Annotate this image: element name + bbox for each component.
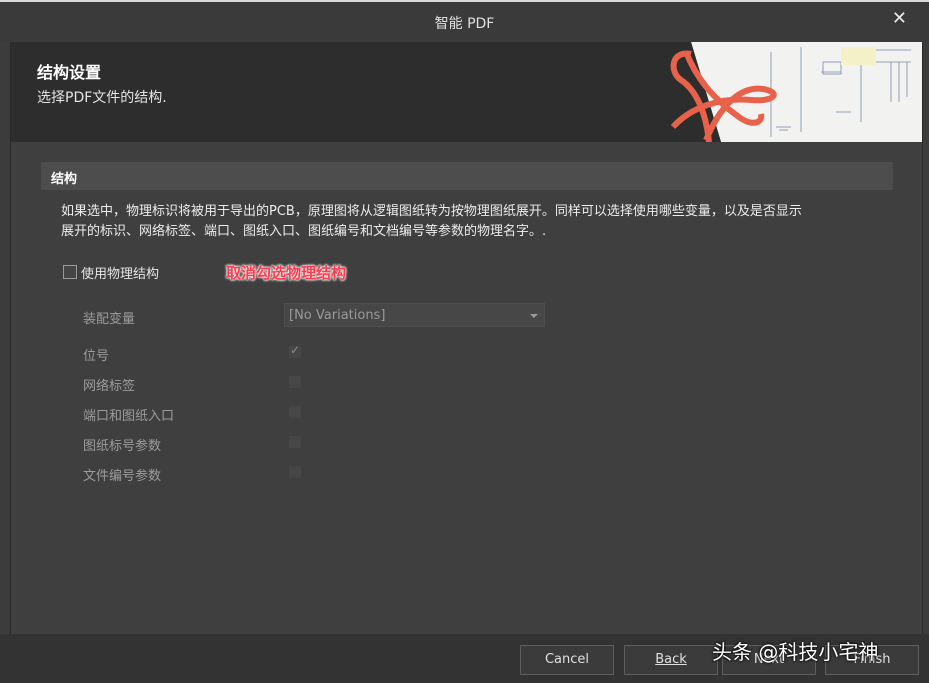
variant-label: 装配变量 — [83, 312, 136, 327]
header-title: 结构设置 — [37, 63, 102, 82]
annotation-text: 取消勾选物理结构 — [226, 264, 347, 282]
variant-value: [No Variations] — [289, 308, 386, 323]
window-title: 智能 PDF — [434, 16, 495, 32]
option-document-number-label: 文件编号参数 — [83, 469, 162, 484]
option-designator-checkbox[interactable] — [289, 343, 301, 358]
use-physical-structure-label[interactable]: 使用物理结构 — [81, 263, 159, 282]
option-net-labels-label: 网络标签 — [83, 379, 136, 394]
option-net-labels-checkbox[interactable] — [289, 376, 301, 388]
section-title: 结构 — [51, 172, 78, 187]
description-line: 如果选中，物理标识将被用于导出的PCB，原理图将从逻辑图纸转为按物理图纸展开。同… — [61, 204, 802, 219]
close-icon[interactable]: ✕ — [892, 8, 907, 29]
option-ports-sheet-entries-label: 端口和图纸入口 — [83, 409, 175, 424]
description-line: 展开的标识、网络标签、端口、图纸入口、图纸编号和文档编号等参数的物理名字。. — [61, 224, 547, 239]
description: 如果选中，物理标识将被用于导出的PCB，原理图将从逻辑图纸转为按物理图纸展开。同… — [61, 202, 881, 242]
back-button[interactable]: Back — [624, 645, 718, 675]
pdf-logo-icon — [651, 42, 922, 142]
wizard-header: 结构设置 选择PDF文件的结构. — [11, 42, 922, 142]
chevron-down-icon — [530, 314, 538, 318]
option-ports-sheet-entries-checkbox[interactable] — [289, 406, 301, 418]
watermark-text: 头条 @科技小宅神 — [712, 640, 879, 664]
option-sheet-number-label: 图纸标号参数 — [83, 439, 162, 454]
option-sheet-number-checkbox[interactable] — [289, 436, 301, 448]
header-subtitle: 选择PDF文件的结构. — [37, 90, 167, 106]
dialog-body: 结构设置 选择PDF文件的结构. 结构 如果选中，物理标识将被用于导出的PCB，… — [10, 42, 923, 634]
back-button-label: Back — [655, 652, 687, 667]
variant-select[interactable]: [No Variations] — [284, 303, 545, 327]
option-document-number-checkbox[interactable] — [289, 466, 301, 478]
section-header: 结构 — [41, 162, 893, 190]
cancel-button[interactable]: Cancel — [520, 645, 614, 675]
use-physical-structure-checkbox[interactable] — [63, 265, 77, 279]
title-bar: 智能 PDF ✕ — [0, 2, 929, 42]
option-designator-label: 位号 — [83, 349, 110, 364]
